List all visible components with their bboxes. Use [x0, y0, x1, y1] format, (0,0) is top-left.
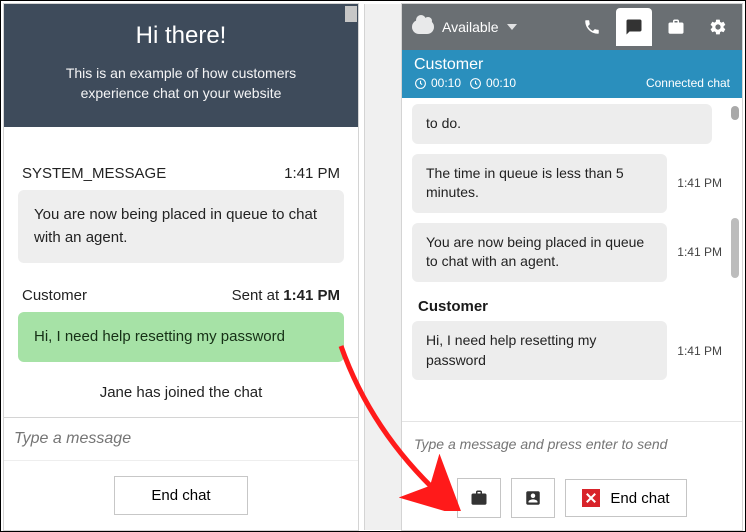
customer-message-input[interactable] — [14, 430, 348, 448]
customer-chat-widget: Hi there! This is an example of how cust… — [3, 3, 359, 531]
message-body: You are now being placed in queue to cha… — [412, 223, 667, 282]
customer-label: Customer — [22, 287, 87, 304]
customer-end-chat-button[interactable]: End chat — [114, 476, 247, 515]
widget-header: Hi there! This is an example of how cust… — [4, 4, 358, 127]
agent-status-dropdown[interactable]: Available — [412, 19, 517, 35]
agent-topbar: Available — [402, 4, 742, 50]
agent-status-text: Available — [442, 19, 499, 35]
agent-message-input[interactable] — [414, 436, 730, 452]
sender-label: Customer — [418, 298, 722, 315]
cases-tab[interactable] — [658, 8, 694, 46]
contacts-button[interactable] — [511, 478, 555, 518]
message-timestamp: 1:41 PM — [677, 176, 722, 190]
scrollbar-thumb[interactable] — [731, 218, 739, 278]
customer-thread[interactable]: SYSTEM_MESSAGE 1:41 PM You are now being… — [4, 127, 358, 417]
close-icon — [582, 489, 600, 507]
system-message-label: SYSTEM_MESSAGE — [22, 165, 166, 182]
message-body: Hi, I need help resetting my password — [412, 321, 667, 380]
contact-header: Customer 00:10 00:10 Connected chat — [402, 50, 742, 98]
message-row: The time in queue is less than 5 minutes… — [412, 154, 722, 213]
widget-subtitle: This is an example of how customers expe… — [32, 64, 330, 103]
end-chat-label: End chat — [610, 490, 669, 507]
message-row: You are now being placed in queue to cha… — [412, 223, 722, 282]
message-timestamp: 1:41 PM — [677, 245, 722, 259]
settings-tab[interactable] — [700, 8, 736, 46]
connection-state: Connected chat — [646, 76, 730, 90]
message-row: Hi, I need help resetting my password 1:… — [412, 321, 722, 380]
message-body: The time in queue is less than 5 minutes… — [412, 154, 667, 213]
customer-footer: End chat — [4, 460, 358, 530]
phone-tab[interactable] — [574, 8, 610, 46]
agent-action-bar: End chat — [402, 466, 742, 530]
chat-tab[interactable] — [616, 8, 652, 46]
message-body: to do. — [412, 104, 712, 144]
join-notice: Jane has joined the chat — [16, 384, 346, 401]
system-message-header: SYSTEM_MESSAGE 1:41 PM — [22, 165, 340, 182]
contact-timer-b: 00:10 — [469, 76, 516, 90]
customer-input-area — [4, 417, 358, 460]
system-message-timestamp: 1:41 PM — [284, 165, 340, 182]
message-row: to do. — [412, 104, 722, 144]
customer-message-header: Customer Sent at 1:41 PM — [22, 287, 340, 304]
chevron-down-icon — [507, 24, 517, 30]
widget-greeting: Hi there! — [32, 22, 330, 50]
message-timestamp: 1:41 PM — [677, 344, 722, 358]
contact-name: Customer — [414, 56, 730, 74]
case-button[interactable] — [457, 478, 501, 518]
agent-console: Available Customer 00:10 — [401, 3, 743, 531]
agent-end-chat-button[interactable]: End chat — [565, 479, 686, 517]
system-message-body: You are now being placed in queue to cha… — [18, 190, 344, 263]
contact-timer-a: 00:10 — [414, 76, 461, 90]
cloud-icon — [412, 20, 434, 34]
agent-input-area — [402, 421, 742, 466]
customer-sent-at: Sent at 1:41 PM — [232, 287, 340, 304]
customer-message-body: Hi, I need help resetting my password — [18, 312, 344, 362]
agent-thread[interactable]: to do. The time in queue is less than 5 … — [402, 98, 742, 421]
